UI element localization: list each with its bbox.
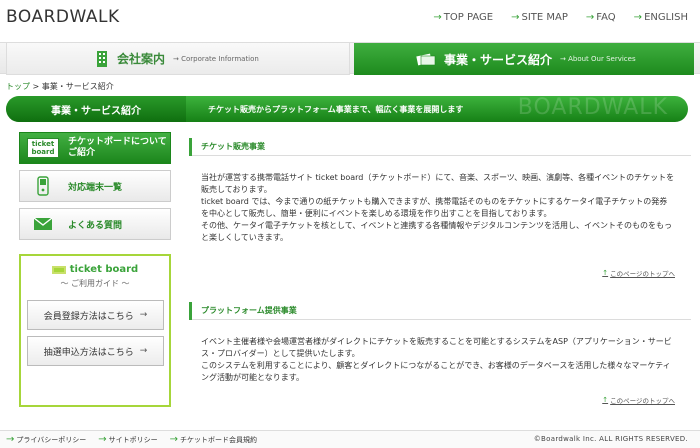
nav-faq[interactable]: → FAQ (586, 12, 616, 23)
sidebar-item-about-ticket-board[interactable]: ticket board チケットボードについて ご紹介 (19, 132, 171, 164)
arrow-right-icon: → (139, 310, 148, 320)
footer: → プライバシーポリシー → サイトポリシー → チケットボード会員規約 ©Board… (0, 430, 700, 448)
button-label: 会員登録方法はこちら (43, 311, 134, 322)
nav-label: SITE MAP (521, 12, 568, 23)
button-label: 抽選申込方法はこちら (43, 347, 134, 358)
arrow-right-icon: → (633, 12, 643, 23)
paragraph: 当社が運営する携帯電話サイト ticket board（チケットボード）にて、音… (201, 173, 675, 194)
back-to-top-link[interactable]: ↑ このページのトップへ (602, 395, 675, 405)
section-body: イベント主催者様や会場運営者様がダイレクトにチケットを販売することを可能とするシ… (189, 336, 691, 384)
sidebar-item-supported-devices[interactable]: 対応端末一覧 (19, 170, 171, 202)
back-to-top-link[interactable]: ↑ このページのトップへ (602, 268, 675, 278)
guide-subtitle: 〜 ご利用ガイド 〜 (60, 279, 130, 288)
paragraph: ticket board では、今まで通りの紙チケットも購入できますが、携帯電話… (201, 197, 668, 218)
site-logo[interactable]: BOARDWALK (6, 7, 120, 27)
nav-label: ENGLISH (644, 12, 688, 23)
sidebar-item-label: よくある質問 (68, 220, 123, 231)
sidebar-item-label: チケットボードについて ご紹介 (68, 137, 167, 158)
tab-sub-label: → Corporate Information (173, 54, 259, 63)
arrow-right-icon: → (6, 434, 15, 445)
nav-label: FAQ (596, 12, 616, 23)
sidebar-item-label: 対応端末一覧 (68, 182, 123, 193)
page: BOARDWALK → TOP PAGE → SITE MAP → FAQ → ENGL… (0, 0, 700, 448)
tab-label: 事業・サービス紹介 (444, 52, 553, 67)
breadcrumb: トップ > 事業・サービス紹介 (6, 81, 114, 92)
usage-guide-box: ticket board 〜 ご利用ガイド 〜 会員登録方法はこちら → 抽選申込… (19, 254, 171, 407)
sidebar-item-faq[interactable]: よくある質問 (19, 208, 171, 240)
section-heading: プラットフォーム提供事業 (189, 302, 691, 320)
section-heading: チケット販売事業 (189, 138, 691, 156)
paragraph: このシステムを利用することにより、顧客とダイレクトにつながることができ、お客様の… (201, 361, 671, 382)
ticket-sales-section: チケット販売事業 当社が運営する携帯電話サイト ticket board（チケッ… (189, 138, 691, 278)
tab-label: 会社案内 (117, 52, 166, 66)
footer-privacy-policy[interactable]: → プライバシーポリシー (6, 434, 86, 445)
nav-top-page[interactable]: → TOP PAGE (433, 12, 493, 23)
arrow-right-icon: → (511, 12, 520, 23)
arrow-up-icon: ↑ (602, 269, 609, 277)
banner-watermark: BOARDWALK (517, 96, 668, 120)
arrow-right-icon: → (433, 12, 442, 23)
mobile-phone-icon (26, 176, 60, 196)
arrow-right-icon: → (585, 12, 595, 23)
platform-section: プラットフォーム提供事業 イベント主催者様や会場運営者様がダイレクトにチケットを… (189, 302, 691, 405)
arrow-up-icon: ↑ (602, 396, 609, 404)
breadcrumb-separator: > (32, 82, 40, 91)
breadcrumb-current: 事業・サービス紹介 (41, 82, 114, 91)
lottery-application-button[interactable]: 抽選申込方法はこちら → (27, 336, 164, 366)
tab-corporate-information[interactable]: 会社案内 → Corporate Information (6, 43, 350, 75)
building-icon (97, 50, 107, 67)
footer-member-terms[interactable]: → チケットボード会員規約 (170, 434, 257, 445)
nav-label: TOP PAGE (443, 12, 494, 23)
sidebar: ticket board チケットボードについて ご紹介 対応端末一覧 よくある質問 (19, 132, 171, 246)
ticket-icon (51, 265, 66, 274)
nav-site-map[interactable]: → SITE MAP (511, 12, 568, 23)
page-title: 事業・サービス紹介 (6, 96, 186, 122)
footer-site-policy[interactable]: → サイトポリシー (98, 434, 157, 445)
envelope-icon (26, 217, 60, 231)
paragraph: その他、ケータイ電子チケットを核として、イベントと連携する各種情報やデジタルコン… (201, 221, 673, 242)
ticket-board-logo-icon: ticket board (26, 138, 60, 158)
section-body: 当社が運営する携帯電話サイト ticket board（チケットボード）にて、音… (189, 172, 691, 244)
copyright: ©Boardwalk Inc. ALL RIGHTS RESERVED. (533, 435, 688, 443)
section-banner: 事業・サービス紹介 チケット販売からプラットフォーム事業まで、幅広く事業を展開し… (6, 96, 688, 122)
nav-english[interactable]: → ENGLISH (634, 12, 688, 23)
arrow-right-icon: → (169, 434, 179, 445)
top-nav: → TOP PAGE → SITE MAP → FAQ → ENGLISH (433, 12, 688, 23)
arrow-right-icon: → (98, 434, 107, 445)
tickets-icon (416, 53, 436, 66)
page-description: チケット販売からプラットフォーム事業まで、幅広く事業を展開します (208, 104, 464, 114)
main-tabs: 会社案内 → Corporate Information 事業・サービス紹介 →… (0, 42, 700, 75)
tab-about-services[interactable]: 事業・サービス紹介 → About Our Services (354, 43, 694, 75)
breadcrumb-home[interactable]: トップ (6, 82, 30, 91)
guide-brand: ticket board (21, 264, 169, 275)
tab-sub-label: → About Our Services (560, 55, 636, 63)
member-registration-button[interactable]: 会員登録方法はこちら → (27, 300, 164, 330)
paragraph: イベント主催者様や会場運営者様がダイレクトにチケットを販売することを可能とするシ… (201, 337, 672, 358)
arrow-right-icon: → (139, 346, 148, 356)
